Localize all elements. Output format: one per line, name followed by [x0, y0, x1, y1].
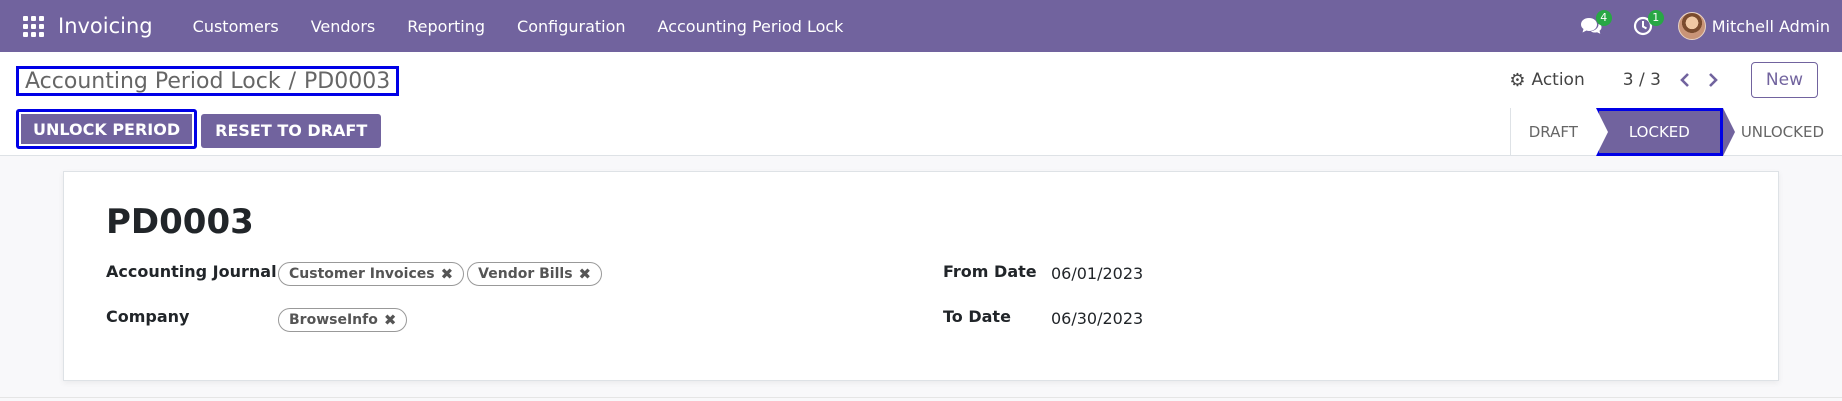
activities-button[interactable]: 1 — [1626, 0, 1664, 52]
action-menu-button[interactable]: ⚙ Action — [1509, 70, 1584, 91]
remove-tag-icon[interactable]: ✖ — [384, 311, 397, 329]
to-date-label: To Date — [943, 307, 1011, 326]
gear-icon: ⚙ — [1509, 69, 1526, 91]
activities-count-badge: 1 — [1647, 10, 1664, 26]
status-chevron-left — [1595, 108, 1608, 156]
control-panel-right: ⚙ Action 3 / 3 New — [1509, 62, 1842, 98]
journal-tag: Vendor Bills ✖ — [467, 262, 603, 286]
remove-tag-icon[interactable]: ✖ — [579, 265, 592, 283]
form-action-buttons: UNLOCK PERIOD RESET TO DRAFT — [16, 109, 382, 149]
company-label: Company — [106, 307, 190, 326]
record-title: PD0003 — [106, 202, 254, 242]
new-record-button[interactable]: New — [1750, 62, 1818, 98]
messages-count-badge: 4 — [1595, 10, 1612, 26]
action-label: Action — [1531, 70, 1585, 90]
from-date-label: From Date — [943, 262, 1037, 281]
breadcrumb: Accounting Period Lock / PD0003 — [16, 66, 400, 96]
to-date-value[interactable]: 06/30/2023 — [1051, 309, 1143, 328]
remove-tag-icon[interactable]: ✖ — [441, 265, 454, 283]
from-date-value[interactable]: 06/01/2023 — [1051, 264, 1143, 283]
pager-next-button[interactable] — [1699, 66, 1727, 94]
company-tags-field[interactable]: BrowseInfo ✖ — [278, 308, 410, 332]
chevron-left-icon — [1680, 73, 1689, 87]
messages-button[interactable]: 4 — [1574, 0, 1612, 52]
chevron-right-icon — [1708, 73, 1718, 87]
menu-reporting[interactable]: Reporting — [391, 0, 501, 52]
user-avatar[interactable] — [1677, 12, 1706, 40]
journal-tags-field[interactable]: Customer Invoices ✖ Vendor Bills ✖ — [278, 262, 605, 286]
top-navbar: Invoicing Customers Vendors Reporting Co… — [0, 0, 1842, 52]
form-sheet: PD0003 Accounting Journal Customer Invoi… — [63, 171, 1779, 381]
company-tag: BrowseInfo ✖ — [278, 308, 408, 332]
navbar-systray: 4 1 Mitchell Admin — [1574, 0, 1830, 52]
apps-grid-icon[interactable] — [22, 15, 44, 37]
breadcrumb-separator: / — [288, 68, 297, 94]
journal-tag-label: Customer Invoices — [289, 266, 435, 282]
unlock-period-button[interactable]: UNLOCK PERIOD — [16, 109, 198, 149]
journal-label: Accounting Journal — [106, 262, 277, 281]
breadcrumb-current: PD0003 — [304, 68, 391, 94]
menu-configuration[interactable]: Configuration — [501, 0, 642, 52]
menu-customers[interactable]: Customers — [177, 0, 295, 52]
status-locked-label: LOCKED — [1628, 123, 1690, 141]
menu-accounting-period-lock[interactable]: Accounting Period Lock — [642, 0, 860, 52]
pager-value[interactable]: 3 / 3 — [1623, 70, 1661, 90]
reset-to-draft-button[interactable]: RESET TO DRAFT — [201, 113, 382, 148]
journal-tag: Customer Invoices ✖ — [278, 262, 465, 286]
app-brand[interactable]: Invoicing — [58, 14, 153, 38]
breadcrumb-parent-link[interactable]: Accounting Period Lock — [25, 69, 281, 94]
control-panel: Accounting Period Lock / PD0003 ⚙ Action… — [0, 52, 1842, 156]
status-bar: DRAFT LOCKED UNLOCKED — [1509, 108, 1842, 156]
user-menu-name[interactable]: Mitchell Admin — [1712, 17, 1830, 36]
pager-previous-button[interactable] — [1671, 66, 1699, 94]
journal-tag-label: Vendor Bills — [478, 266, 573, 282]
status-unlocked[interactable]: UNLOCKED — [1723, 108, 1842, 156]
company-tag-label: BrowseInfo — [289, 312, 378, 328]
status-draft[interactable]: DRAFT — [1509, 108, 1596, 156]
status-locked[interactable]: LOCKED — [1595, 108, 1735, 156]
bottom-divider — [0, 397, 1842, 398]
status-chevron-right — [1722, 108, 1735, 156]
menu-vendors[interactable]: Vendors — [295, 0, 392, 52]
